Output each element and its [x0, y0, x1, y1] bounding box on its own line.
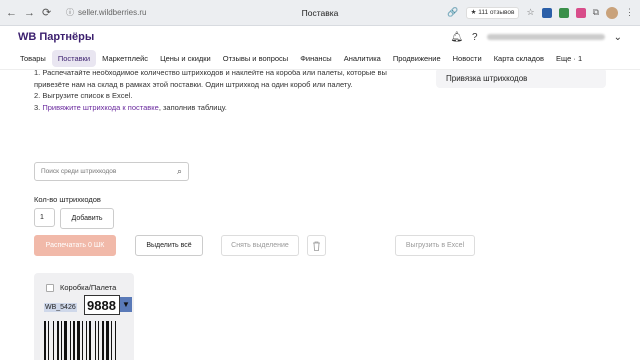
- barcode-bar: [64, 321, 67, 360]
- barcode-bar: [44, 321, 46, 360]
- reviews-badge[interactable]: ★ 111 отзывов: [465, 6, 520, 19]
- site-info-icon[interactable]: ⓘ: [66, 7, 74, 18]
- barcode-prefix: WB_5426: [44, 303, 77, 312]
- barcode-bar: [102, 321, 104, 360]
- nav-tab[interactable]: Финансы: [294, 50, 338, 67]
- bell-icon[interactable]: 🔔︎: [450, 32, 463, 43]
- barcode-checkbox[interactable]: [46, 284, 54, 292]
- address-bar[interactable]: ⓘ seller.wildberries.ru: [66, 7, 146, 18]
- barcode-bar: [95, 321, 96, 360]
- barcode-bar: [57, 321, 59, 360]
- quantity-label: Кол-во штрихкодов: [34, 195, 101, 204]
- step-3: 3. Привяжите штрихкода к поставке, запол…: [34, 102, 414, 114]
- step-3-suffix: , заполнив таблицу.: [158, 102, 227, 112]
- nav-tab[interactable]: Отзывы и вопросы: [217, 50, 294, 67]
- barcode-number-input[interactable]: 9888: [84, 295, 120, 315]
- deselect-button[interactable]: Снять выделение: [221, 235, 299, 256]
- site-header: WB Партнёры 🔔︎ ? ⌄: [0, 26, 640, 48]
- search-icon[interactable]: ⌕: [177, 166, 182, 177]
- chevron-down-icon[interactable]: ⌄: [614, 32, 622, 43]
- header-actions: 🔔︎ ? ⌄: [450, 32, 622, 43]
- instructions: 1. Распечатайте необходимое количество ш…: [34, 70, 414, 113]
- help-icon[interactable]: ?: [472, 32, 478, 43]
- quantity-input[interactable]: 1: [34, 208, 55, 227]
- nav-tab[interactable]: Цены и скидки: [154, 50, 217, 67]
- side-card-bind-barcodes[interactable]: Привязка штрихкодов: [436, 70, 606, 88]
- add-button[interactable]: Добавить: [60, 208, 114, 229]
- barcode-bar: [70, 321, 71, 360]
- url-text: seller.wildberries.ru: [78, 8, 147, 17]
- logo[interactable]: WB Партнёры: [18, 31, 94, 43]
- extension-icon-2[interactable]: [575, 7, 586, 18]
- nav-tab[interactable]: Товары: [14, 50, 52, 67]
- nav-tab[interactable]: Еще · 1: [550, 50, 588, 67]
- nav-tab[interactable]: Маркетплейс: [96, 50, 154, 67]
- link-icon[interactable]: 🔗: [447, 7, 458, 18]
- quantity-row: 1 Добавить: [34, 208, 114, 229]
- extensions-puzzle-icon[interactable]: ⧉: [593, 7, 599, 18]
- search-placeholder: Поиск среди штрихкодов: [41, 168, 117, 175]
- dropdown-arrow-icon[interactable]: ▼: [120, 297, 132, 312]
- menu-icon[interactable]: ⋮: [625, 7, 634, 18]
- print-button[interactable]: Распечатать 0 ШК: [34, 235, 116, 256]
- nav-tab[interactable]: Продвижение: [387, 50, 447, 67]
- delete-button[interactable]: [307, 235, 326, 256]
- barcode-bar: [111, 321, 112, 360]
- barcode-bar: [48, 321, 49, 360]
- bookmark-icon[interactable]: ☆: [526, 7, 534, 18]
- browser-actions: 🔗 ★ 111 отзывов ☆ ⧉ ⋮: [447, 6, 634, 19]
- main-nav: Товары Поставки Маркетплейс Цены и скидки От…: [0, 48, 640, 70]
- barcode-bar: [73, 321, 75, 360]
- barcode-image: [44, 321, 116, 360]
- forward-icon[interactable]: →: [24, 7, 35, 19]
- barcode-bar: [86, 321, 87, 360]
- barcode-bar: [82, 321, 83, 360]
- export-excel-button[interactable]: Выгрузить в Excel: [395, 235, 475, 256]
- action-bar: Распечатать 0 ШК Выделить всё Снять выде…: [34, 235, 640, 257]
- trash-icon: [313, 241, 320, 251]
- barcode-bar: [53, 321, 54, 360]
- barcode-card[interactable]: Коробка/Палета WB_5426 9888 ▼: [34, 273, 134, 360]
- nav-tab[interactable]: Новости: [447, 50, 488, 67]
- nav-tab[interactable]: Аналитика: [338, 50, 387, 67]
- barcode-bar: [98, 321, 99, 360]
- select-all-button[interactable]: Выделить всё: [135, 235, 203, 256]
- main-content: 1. Распечатайте необходимое количество ш…: [0, 70, 640, 360]
- excel-extension-icon[interactable]: [558, 7, 569, 18]
- barcode-card-title: Коробка/Палета: [60, 283, 117, 292]
- reload-icon[interactable]: ⟳: [42, 6, 51, 19]
- bind-barcodes-link[interactable]: Привяжите штрихкода к поставке: [42, 103, 158, 112]
- account-name[interactable]: [486, 34, 605, 40]
- back-icon[interactable]: ←: [6, 7, 17, 19]
- extension-icon[interactable]: [541, 7, 552, 18]
- barcode-bar: [61, 321, 62, 360]
- nav-tab[interactable]: Карта складов: [488, 50, 550, 67]
- barcode-bar: [77, 321, 80, 360]
- browser-nav: ← → ⟳: [6, 6, 66, 20]
- search-input[interactable]: Поиск среди штрихкодов ⌕: [34, 162, 189, 181]
- step-1-line-2: привезёте нам на склад в рамках этой пос…: [34, 79, 353, 89]
- browser-toolbar: ← → ⟳ ⓘ seller.wildberries.ru Поставка 🔗…: [0, 0, 640, 26]
- nav-tab[interactable]: Поставки: [51, 50, 97, 67]
- barcode-bar: [106, 321, 109, 360]
- barcode-bar: [89, 321, 91, 360]
- step-1-line-1: 1. Распечатайте необходимое количество ш…: [34, 70, 387, 77]
- step-2: 2. Выгрузите список в Excel.: [34, 91, 133, 100]
- barcode-bar: [115, 321, 116, 360]
- profile-avatar[interactable]: [606, 6, 618, 19]
